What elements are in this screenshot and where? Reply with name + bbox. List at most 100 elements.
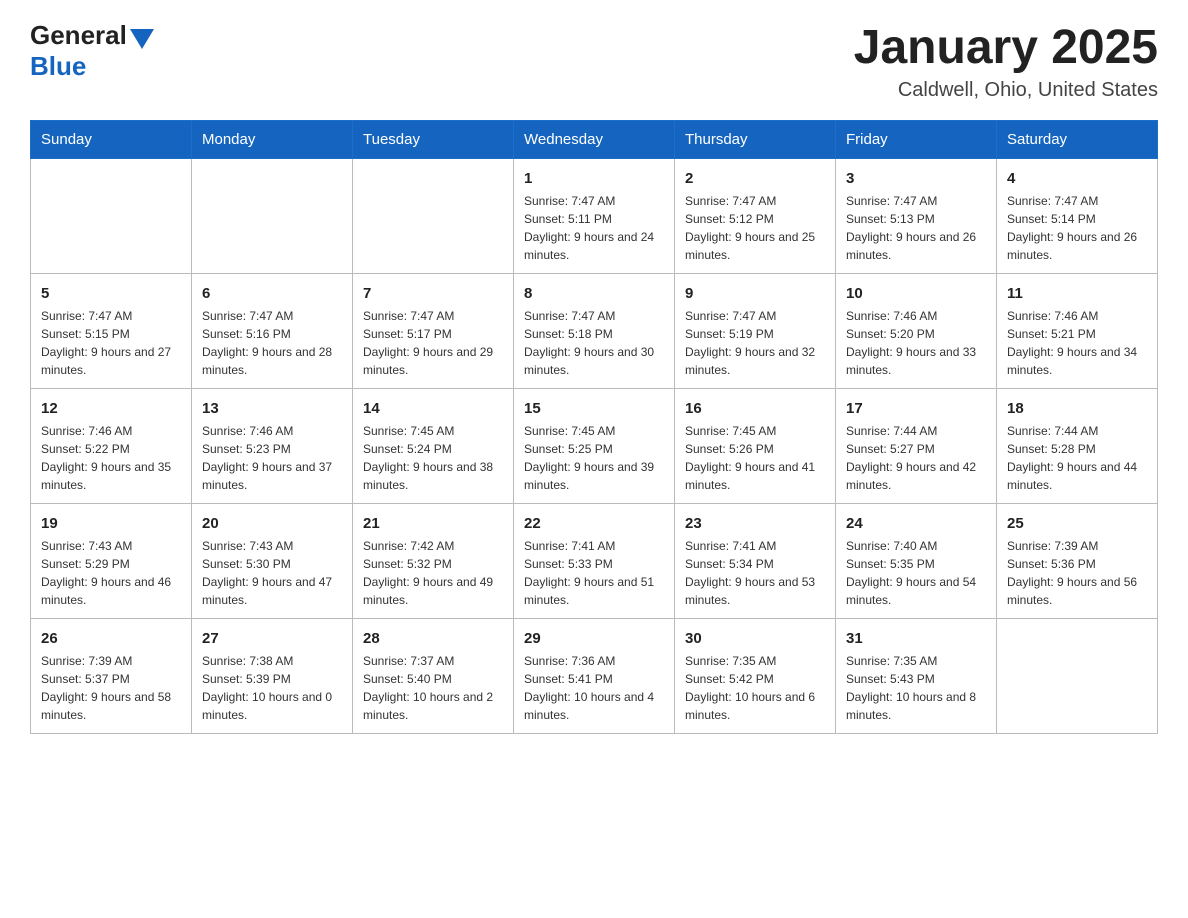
sun-info: Sunrise: 7:35 AMSunset: 5:42 PMDaylight:… [685, 652, 825, 724]
day-number: 31 [846, 627, 986, 650]
sun-info: Sunrise: 7:45 AMSunset: 5:24 PMDaylight:… [363, 422, 503, 494]
page-subtitle: Caldwell, Ohio, United States [854, 79, 1158, 102]
day-number: 8 [524, 282, 664, 305]
sun-info: Sunrise: 7:46 AMSunset: 5:21 PMDaylight:… [1007, 307, 1147, 379]
day-header-friday: Friday [836, 121, 997, 159]
day-number: 27 [202, 627, 342, 650]
day-header-tuesday: Tuesday [353, 121, 514, 159]
logo-arrow-icon [130, 29, 154, 49]
sun-info: Sunrise: 7:39 AMSunset: 5:37 PMDaylight:… [41, 652, 181, 724]
calendar-cell: 29Sunrise: 7:36 AMSunset: 5:41 PMDayligh… [514, 619, 675, 734]
day-number: 10 [846, 282, 986, 305]
day-number: 28 [363, 627, 503, 650]
sun-info: Sunrise: 7:43 AMSunset: 5:30 PMDaylight:… [202, 537, 342, 609]
day-header-wednesday: Wednesday [514, 121, 675, 159]
sun-info: Sunrise: 7:41 AMSunset: 5:33 PMDaylight:… [524, 537, 664, 609]
sun-info: Sunrise: 7:40 AMSunset: 5:35 PMDaylight:… [846, 537, 986, 609]
calendar-cell: 6Sunrise: 7:47 AMSunset: 5:16 PMDaylight… [192, 274, 353, 389]
calendar-header-row: SundayMondayTuesdayWednesdayThursdayFrid… [31, 121, 1158, 159]
calendar-cell: 31Sunrise: 7:35 AMSunset: 5:43 PMDayligh… [836, 619, 997, 734]
calendar-week-row: 26Sunrise: 7:39 AMSunset: 5:37 PMDayligh… [31, 619, 1158, 734]
day-header-thursday: Thursday [675, 121, 836, 159]
page-header: General Blue January 2025 Caldwell, Ohio… [30, 20, 1158, 102]
day-number: 23 [685, 512, 825, 535]
sun-info: Sunrise: 7:47 AMSunset: 5:15 PMDaylight:… [41, 307, 181, 379]
day-number: 11 [1007, 282, 1147, 305]
calendar-cell [192, 159, 353, 274]
day-number: 30 [685, 627, 825, 650]
calendar-week-row: 5Sunrise: 7:47 AMSunset: 5:15 PMDaylight… [31, 274, 1158, 389]
day-number: 26 [41, 627, 181, 650]
sun-info: Sunrise: 7:47 AMSunset: 5:14 PMDaylight:… [1007, 192, 1147, 264]
day-number: 17 [846, 397, 986, 420]
calendar-cell: 9Sunrise: 7:47 AMSunset: 5:19 PMDaylight… [675, 274, 836, 389]
day-number: 29 [524, 627, 664, 650]
day-number: 6 [202, 282, 342, 305]
logo-blue-text: Blue [30, 51, 86, 82]
sun-info: Sunrise: 7:37 AMSunset: 5:40 PMDaylight:… [363, 652, 503, 724]
day-number: 9 [685, 282, 825, 305]
day-number: 24 [846, 512, 986, 535]
day-number: 19 [41, 512, 181, 535]
sun-info: Sunrise: 7:45 AMSunset: 5:26 PMDaylight:… [685, 422, 825, 494]
calendar-cell: 28Sunrise: 7:37 AMSunset: 5:40 PMDayligh… [353, 619, 514, 734]
sun-info: Sunrise: 7:43 AMSunset: 5:29 PMDaylight:… [41, 537, 181, 609]
sun-info: Sunrise: 7:35 AMSunset: 5:43 PMDaylight:… [846, 652, 986, 724]
calendar-cell: 20Sunrise: 7:43 AMSunset: 5:30 PMDayligh… [192, 504, 353, 619]
day-header-saturday: Saturday [997, 121, 1158, 159]
day-number: 13 [202, 397, 342, 420]
day-number: 12 [41, 397, 181, 420]
sun-info: Sunrise: 7:47 AMSunset: 5:19 PMDaylight:… [685, 307, 825, 379]
sun-info: Sunrise: 7:47 AMSunset: 5:11 PMDaylight:… [524, 192, 664, 264]
sun-info: Sunrise: 7:42 AMSunset: 5:32 PMDaylight:… [363, 537, 503, 609]
sun-info: Sunrise: 7:44 AMSunset: 5:27 PMDaylight:… [846, 422, 986, 494]
calendar-cell: 14Sunrise: 7:45 AMSunset: 5:24 PMDayligh… [353, 389, 514, 504]
day-number: 22 [524, 512, 664, 535]
day-number: 2 [685, 167, 825, 190]
sun-info: Sunrise: 7:47 AMSunset: 5:13 PMDaylight:… [846, 192, 986, 264]
day-number: 16 [685, 397, 825, 420]
day-number: 1 [524, 167, 664, 190]
day-number: 7 [363, 282, 503, 305]
day-number: 25 [1007, 512, 1147, 535]
calendar-cell: 13Sunrise: 7:46 AMSunset: 5:23 PMDayligh… [192, 389, 353, 504]
calendar-week-row: 12Sunrise: 7:46 AMSunset: 5:22 PMDayligh… [31, 389, 1158, 504]
calendar-cell: 26Sunrise: 7:39 AMSunset: 5:37 PMDayligh… [31, 619, 192, 734]
sun-info: Sunrise: 7:47 AMSunset: 5:18 PMDaylight:… [524, 307, 664, 379]
sun-info: Sunrise: 7:45 AMSunset: 5:25 PMDaylight:… [524, 422, 664, 494]
sun-info: Sunrise: 7:41 AMSunset: 5:34 PMDaylight:… [685, 537, 825, 609]
calendar-cell: 27Sunrise: 7:38 AMSunset: 5:39 PMDayligh… [192, 619, 353, 734]
day-number: 15 [524, 397, 664, 420]
calendar-cell: 19Sunrise: 7:43 AMSunset: 5:29 PMDayligh… [31, 504, 192, 619]
day-number: 21 [363, 512, 503, 535]
sun-info: Sunrise: 7:39 AMSunset: 5:36 PMDaylight:… [1007, 537, 1147, 609]
sun-info: Sunrise: 7:44 AMSunset: 5:28 PMDaylight:… [1007, 422, 1147, 494]
day-number: 3 [846, 167, 986, 190]
sun-info: Sunrise: 7:47 AMSunset: 5:16 PMDaylight:… [202, 307, 342, 379]
sun-info: Sunrise: 7:47 AMSunset: 5:12 PMDaylight:… [685, 192, 825, 264]
calendar-table: SundayMondayTuesdayWednesdayThursdayFrid… [30, 120, 1158, 734]
logo: General Blue [30, 20, 154, 82]
day-number: 5 [41, 282, 181, 305]
calendar-cell [353, 159, 514, 274]
calendar-cell: 8Sunrise: 7:47 AMSunset: 5:18 PMDaylight… [514, 274, 675, 389]
sun-info: Sunrise: 7:47 AMSunset: 5:17 PMDaylight:… [363, 307, 503, 379]
day-number: 14 [363, 397, 503, 420]
sun-info: Sunrise: 7:38 AMSunset: 5:39 PMDaylight:… [202, 652, 342, 724]
calendar-cell: 24Sunrise: 7:40 AMSunset: 5:35 PMDayligh… [836, 504, 997, 619]
calendar-cell: 12Sunrise: 7:46 AMSunset: 5:22 PMDayligh… [31, 389, 192, 504]
day-number: 18 [1007, 397, 1147, 420]
sun-info: Sunrise: 7:46 AMSunset: 5:20 PMDaylight:… [846, 307, 986, 379]
calendar-cell: 16Sunrise: 7:45 AMSunset: 5:26 PMDayligh… [675, 389, 836, 504]
calendar-cell: 4Sunrise: 7:47 AMSunset: 5:14 PMDaylight… [997, 159, 1158, 274]
day-header-monday: Monday [192, 121, 353, 159]
calendar-cell: 18Sunrise: 7:44 AMSunset: 5:28 PMDayligh… [997, 389, 1158, 504]
calendar-cell: 2Sunrise: 7:47 AMSunset: 5:12 PMDaylight… [675, 159, 836, 274]
logo-general-text: General [30, 20, 127, 51]
sun-info: Sunrise: 7:46 AMSunset: 5:22 PMDaylight:… [41, 422, 181, 494]
calendar-cell: 10Sunrise: 7:46 AMSunset: 5:20 PMDayligh… [836, 274, 997, 389]
calendar-cell: 3Sunrise: 7:47 AMSunset: 5:13 PMDaylight… [836, 159, 997, 274]
sun-info: Sunrise: 7:36 AMSunset: 5:41 PMDaylight:… [524, 652, 664, 724]
calendar-cell: 11Sunrise: 7:46 AMSunset: 5:21 PMDayligh… [997, 274, 1158, 389]
calendar-cell: 5Sunrise: 7:47 AMSunset: 5:15 PMDaylight… [31, 274, 192, 389]
